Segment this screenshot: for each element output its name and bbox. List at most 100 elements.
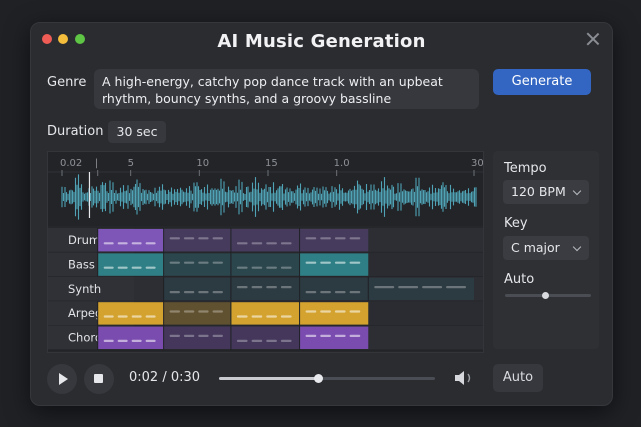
note-dash: [145, 266, 156, 269]
note-dash: [349, 291, 361, 294]
duration-field[interactable]: 30 sec: [108, 121, 166, 143]
note-dash: [251, 315, 263, 318]
note-dash: [131, 315, 142, 318]
ruler-tick-label: |: [95, 158, 98, 169]
note-dash: [305, 334, 317, 337]
play-button[interactable]: [47, 364, 77, 394]
note-dash: [198, 310, 209, 313]
track-clip[interactable]: [97, 326, 164, 349]
note-dash: [183, 237, 195, 240]
track-clip[interactable]: [230, 229, 300, 252]
note-dash: [236, 315, 248, 318]
prompt-input[interactable]: A high-energy, catchy pop dance track wi…: [94, 69, 479, 109]
track-editor: 0.02 | 5 10 15 1.0 30 Drums Bass Synth Arpeggio Cho…: [47, 151, 484, 353]
ruler-tick-label: 5: [128, 158, 134, 169]
generate-button[interactable]: Generate: [493, 69, 591, 95]
track-clip[interactable]: [163, 302, 231, 325]
track-clip[interactable]: [299, 277, 369, 301]
track-clip[interactable]: [97, 302, 164, 325]
note-dash: [349, 334, 361, 337]
note-dash: [446, 286, 466, 289]
note-dash: [266, 242, 277, 245]
ruler-tick-label: 1.0: [334, 158, 350, 169]
note-dash: [145, 315, 156, 318]
note-dash: [103, 315, 114, 318]
note-dash: [212, 261, 223, 264]
auto-button[interactable]: Auto: [493, 364, 543, 392]
note-dash: [251, 339, 263, 342]
note-dash: [117, 315, 128, 318]
chevron-down-icon: [572, 186, 582, 196]
note-dash: [145, 242, 156, 245]
arrangement-view[interactable]: 0.02 | 5 10 15 1.0 30DrumsBassSynthArpeggioCho…: [48, 152, 484, 352]
note-dash: [334, 310, 346, 313]
note-dash: [349, 261, 361, 264]
note-dash: [145, 339, 156, 342]
note-dash: [320, 261, 331, 264]
note-dash: [251, 242, 263, 245]
stop-icon: [94, 374, 103, 383]
note-dash: [374, 286, 395, 289]
note-dash: [117, 266, 128, 269]
track-clip[interactable]: [368, 277, 474, 301]
note-dash: [320, 334, 331, 337]
track-clip[interactable]: [230, 253, 300, 276]
note-dash: [305, 261, 317, 264]
track-clip[interactable]: [97, 229, 164, 252]
track-clip[interactable]: [163, 277, 231, 301]
track-clip[interactable]: [230, 302, 300, 325]
note-dash: [334, 237, 346, 240]
progress-knob[interactable]: [314, 374, 324, 383]
note-dash: [169, 237, 180, 240]
ruler-tick-label: 10: [196, 158, 209, 169]
note-dash: [266, 339, 277, 342]
note-dash: [183, 334, 195, 337]
track-clip[interactable]: [299, 302, 369, 325]
auto-slider-knob[interactable]: [541, 291, 549, 299]
note-dash: [280, 242, 292, 245]
note-dash: [266, 315, 277, 318]
note-dash: [280, 266, 292, 269]
tempo-value: 120 BPM: [511, 184, 566, 199]
play-icon: [59, 373, 68, 385]
note-dash: [320, 237, 331, 240]
auto-label: Auto: [504, 272, 535, 287]
note-dash: [334, 334, 346, 337]
track-clip[interactable]: [299, 253, 369, 276]
stop-button[interactable]: [84, 364, 114, 394]
track-clip[interactable]: [163, 229, 231, 252]
note-dash: [198, 334, 209, 337]
key-select[interactable]: C major: [503, 236, 589, 260]
tempo-select[interactable]: 120 BPM: [503, 180, 589, 204]
track-clip[interactable]: [163, 253, 231, 276]
note-dash: [103, 242, 114, 245]
note-dash: [280, 339, 292, 342]
track-clip[interactable]: [97, 253, 164, 276]
note-dash: [183, 291, 195, 294]
close-icon[interactable]: [586, 32, 600, 46]
track-clip[interactable]: [299, 326, 369, 349]
progress-fill: [219, 377, 319, 380]
track-clip[interactable]: [230, 326, 300, 349]
key-value: C major: [511, 240, 560, 255]
track-name: Synth: [68, 282, 101, 296]
note-dash: [349, 310, 361, 313]
progress-slider[interactable]: [219, 374, 435, 383]
note-dash: [169, 261, 180, 264]
note-dash: [212, 237, 223, 240]
note-dash: [117, 242, 128, 245]
auto-slider[interactable]: [505, 291, 591, 299]
track-clip[interactable]: [299, 229, 369, 252]
note-dash: [236, 339, 248, 342]
genre-label: Genre: [47, 75, 87, 90]
note-dash: [131, 339, 142, 342]
note-dash: [334, 261, 346, 264]
note-dash: [305, 291, 317, 294]
track-clip[interactable]: [230, 277, 300, 301]
volume-icon[interactable]: [453, 368, 475, 388]
note-dash: [280, 286, 292, 289]
track-clip[interactable]: [163, 326, 231, 349]
note-dash: [236, 242, 248, 245]
note-dash: [320, 310, 331, 313]
ruler-tick-label: 15: [265, 158, 278, 169]
